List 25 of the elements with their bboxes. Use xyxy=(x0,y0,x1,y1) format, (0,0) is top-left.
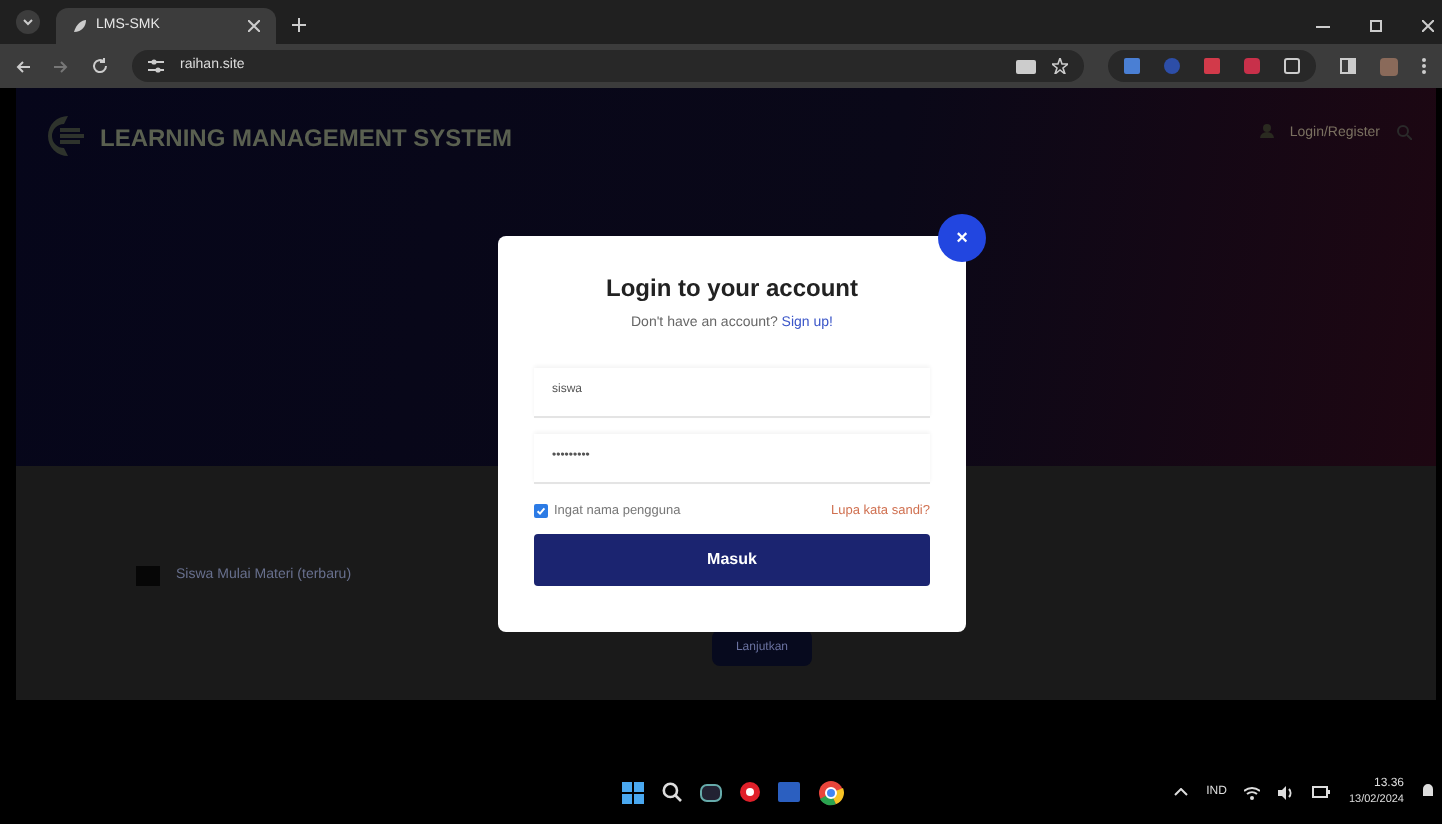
reload-icon[interactable] xyxy=(92,58,108,74)
login-button[interactable]: Masuk xyxy=(534,534,930,587)
speaker-icon[interactable] xyxy=(1278,785,1295,799)
star-icon[interactable] xyxy=(1052,58,1068,74)
new-tab-icon[interactable] xyxy=(292,18,306,32)
site-brand: LEARNING MANAGEMENT SYSTEM xyxy=(100,122,513,156)
windows-icon[interactable] xyxy=(622,781,644,803)
chevron-up-icon[interactable] xyxy=(1174,788,1189,796)
chrome-icon[interactable] xyxy=(818,779,844,805)
site-settings-icon xyxy=(148,58,164,74)
close-icon[interactable] xyxy=(248,20,260,32)
restore-icon[interactable] xyxy=(1370,20,1382,32)
record-icon[interactable] xyxy=(740,782,760,802)
battery-icon[interactable] xyxy=(1312,786,1331,798)
back-icon[interactable] xyxy=(16,59,30,73)
close-icon[interactable] xyxy=(1422,20,1434,32)
forward-icon[interactable] xyxy=(54,59,68,73)
modal-title: Login to your account xyxy=(606,272,858,306)
wifi-icon[interactable] xyxy=(1244,785,1261,799)
leaf-icon xyxy=(72,18,88,34)
tab-list-icon[interactable] xyxy=(16,10,40,34)
user-icon xyxy=(1259,124,1274,138)
sidebar-icon[interactable] xyxy=(1340,58,1356,74)
app-icon[interactable] xyxy=(700,783,722,801)
remember-checkbox[interactable] xyxy=(534,503,548,518)
